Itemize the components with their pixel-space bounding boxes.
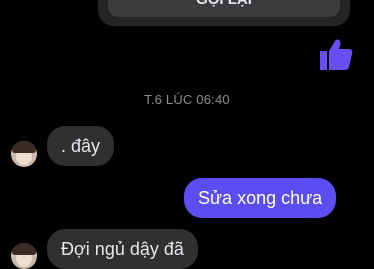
call-back-label: GỌI LẠI xyxy=(108,0,340,12)
message-text: Sửa xong chưa xyxy=(198,188,323,208)
message-text: . đây xyxy=(61,136,101,156)
avatar[interactable] xyxy=(11,141,37,167)
avatar-hair xyxy=(12,243,36,255)
avatar-hair xyxy=(12,141,36,153)
message-bubble-incoming[interactable]: Đợi ngủ dậy đã xyxy=(47,229,198,269)
thumbs-up-icon[interactable] xyxy=(318,37,354,73)
message-bubble-incoming[interactable]: . đây xyxy=(47,126,115,166)
message-bubble-outgoing[interactable]: Sửa xong chưa xyxy=(184,178,337,218)
call-back-button[interactable]: GỌI LẠI xyxy=(108,0,340,17)
message-timestamp: T.6 LÚC 06:40 xyxy=(144,92,230,107)
call-log-card: GỌI LẠI xyxy=(98,0,350,26)
message-text: Đợi ngủ dậy đã xyxy=(61,239,184,259)
avatar[interactable] xyxy=(11,243,37,269)
